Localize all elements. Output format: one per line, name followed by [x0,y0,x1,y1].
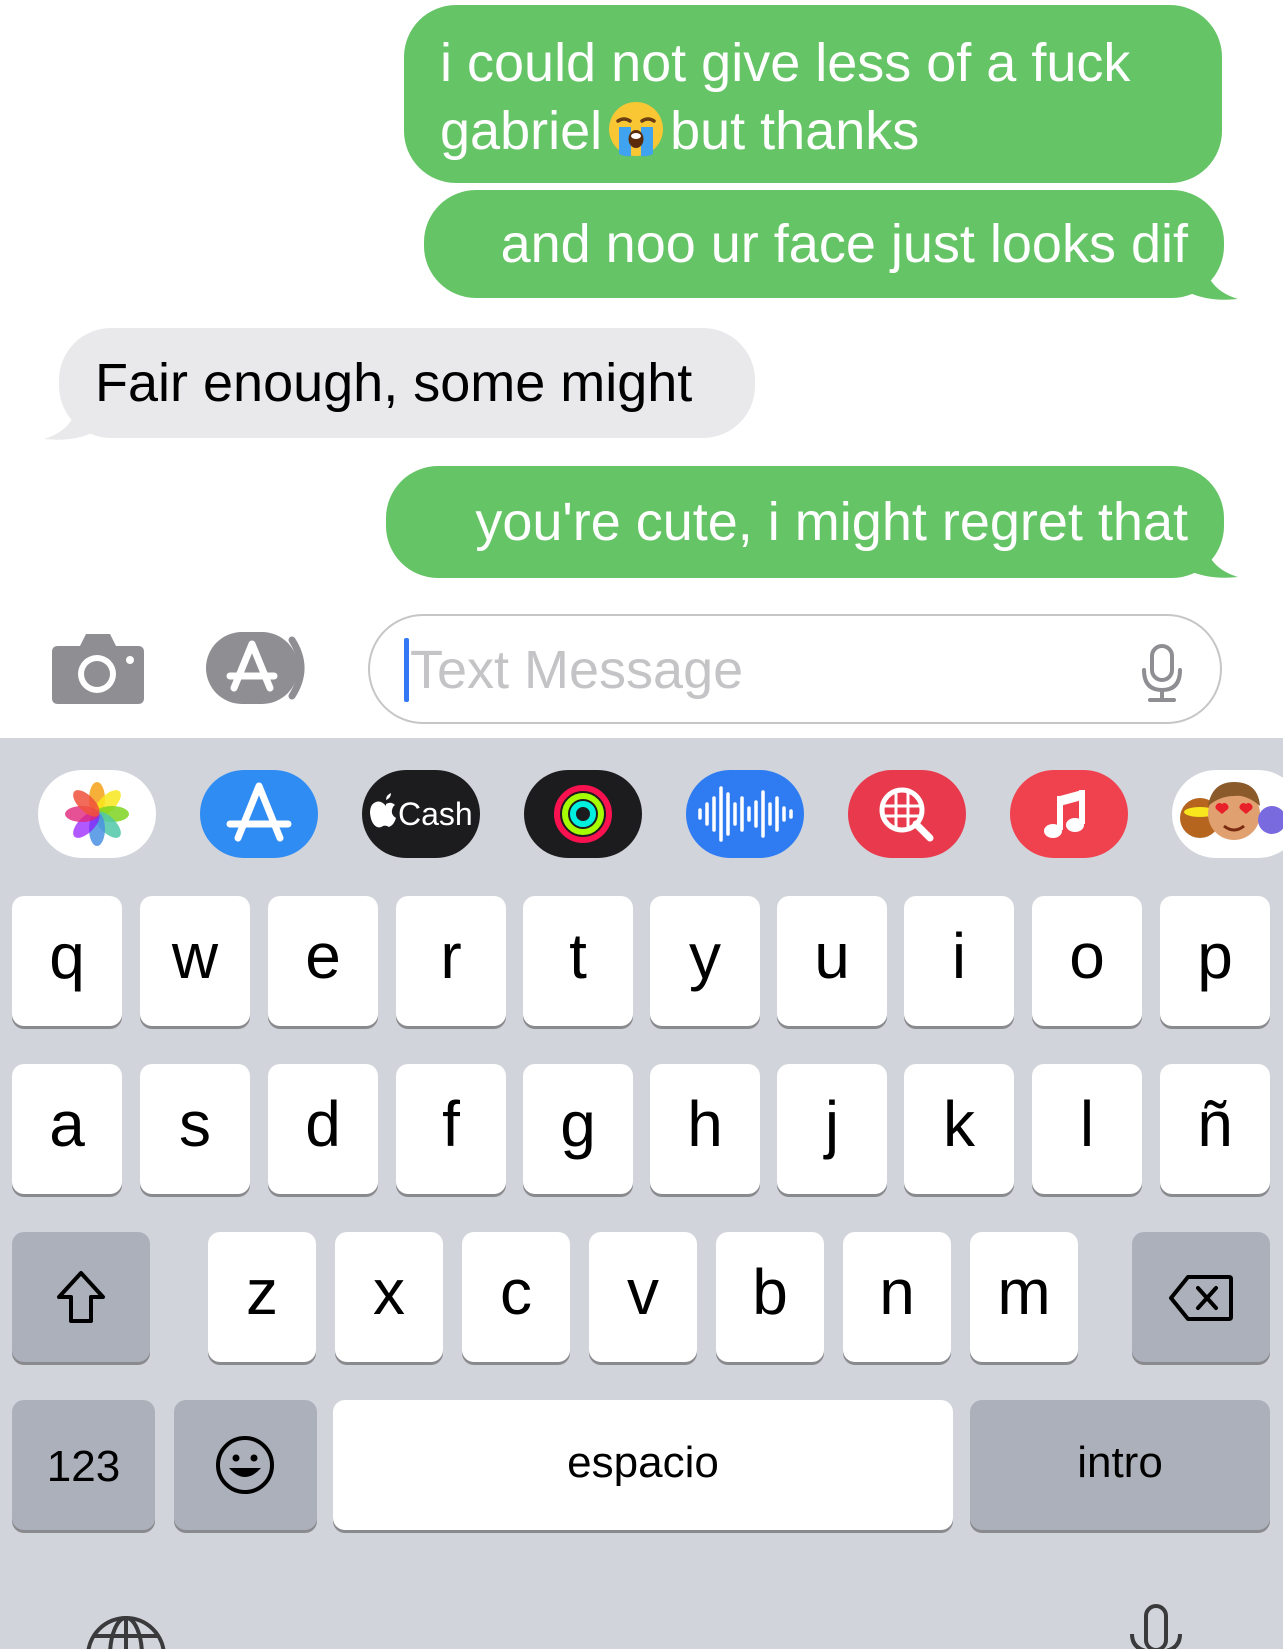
key-l[interactable]: l [1032,1064,1142,1194]
shift-arrow-icon [57,1271,105,1323]
app-app-store[interactable] [200,770,318,858]
keyboard: Cash q w e r t y u i o p a s d f g h j k… [0,738,1283,1649]
space-key[interactable]: espacio [333,1400,953,1530]
activity-rings-icon [554,785,612,843]
key-c[interactable]: c [462,1232,570,1362]
key-y[interactable]: y [650,896,760,1026]
key-p[interactable]: p [1160,896,1270,1026]
key-i[interactable]: i [904,896,1014,1026]
app-store-icon [226,782,292,842]
return-key[interactable]: intro [970,1400,1270,1530]
photos-icon [65,782,129,846]
message-bubble-outgoing[interactable]: i could not give less of a fuck gabriel … [404,5,1222,183]
memoji-icon [1180,782,1283,840]
key-h[interactable]: h [650,1064,760,1194]
camera-icon [52,634,144,704]
numbers-key[interactable]: 123 [12,1400,155,1530]
app-image-search[interactable] [848,770,966,858]
message-input[interactable]: Text Message [368,614,1222,724]
globe-search-icon [879,787,934,842]
key-b[interactable]: b [716,1232,824,1362]
key-n[interactable]: n [843,1232,951,1362]
delete-key[interactable] [1132,1232,1270,1362]
key-q[interactable]: q [12,896,122,1026]
waveform-icon [698,786,793,842]
message-bubble-outgoing[interactable]: you're cute, i might regret that [386,466,1224,578]
message-text: gabriel but thanks [440,97,1186,175]
key-g[interactable]: g [523,1064,633,1194]
text-caret [404,638,409,702]
key-u[interactable]: u [777,896,887,1026]
key-m[interactable]: m [970,1232,1078,1362]
message-input-placeholder: Text Message [410,640,744,700]
camera-button[interactable] [52,632,144,704]
app-music[interactable] [1010,770,1128,858]
bubble-tail [1188,540,1238,578]
app-apple-cash[interactable]: Cash [362,770,480,858]
key-e[interactable]: e [268,896,378,1026]
message-bubble-outgoing[interactable]: and noo ur face just looks dif [424,190,1224,298]
key-z[interactable]: z [208,1232,316,1362]
message-text: you're cute, i might regret that [475,492,1188,552]
microphone-icon[interactable] [1140,644,1184,702]
key-t[interactable]: t [523,896,633,1026]
key-v[interactable]: v [589,1232,697,1362]
key-x[interactable]: x [335,1232,443,1362]
key-s[interactable]: s [140,1064,250,1194]
music-note-icon [1044,790,1085,838]
emoji-face-icon [216,1436,274,1494]
backspace-icon [1169,1275,1233,1321]
message-text: i could not give less of a fuck [440,33,1131,93]
bubble-tail [1188,262,1238,300]
apps-button[interactable] [206,632,320,704]
key-d[interactable]: d [268,1064,378,1194]
app-photos[interactable] [38,770,156,858]
message-text: Fair enough, some might [95,353,693,413]
key-w[interactable]: w [140,896,250,1026]
app-activity[interactable] [524,770,642,858]
shift-key[interactable] [12,1232,150,1362]
key-r[interactable]: r [396,896,506,1026]
app-memoji[interactable] [1172,770,1283,858]
globe-icon[interactable] [84,1614,168,1649]
loudly-crying-face-icon [606,99,666,175]
key-f[interactable]: f [396,1064,506,1194]
imessage-apps-row: Cash [0,770,1283,860]
key-a[interactable]: a [12,1064,122,1194]
message-bubble-incoming[interactable]: Fair enough, some might [59,328,755,438]
key-k[interactable]: k [904,1064,1014,1194]
message-text: and noo ur face just looks dif [500,214,1188,274]
key-j[interactable]: j [777,1064,887,1194]
bubble-tail [44,402,94,440]
key-n-tilde[interactable]: ñ [1160,1064,1270,1194]
emoji-key[interactable] [174,1400,317,1530]
key-o[interactable]: o [1032,896,1142,1026]
dictation-microphone-icon[interactable] [1126,1604,1186,1649]
app-audio-message[interactable] [686,770,804,858]
cash-label: Cash [398,796,473,832]
app-store-icon [206,632,305,704]
